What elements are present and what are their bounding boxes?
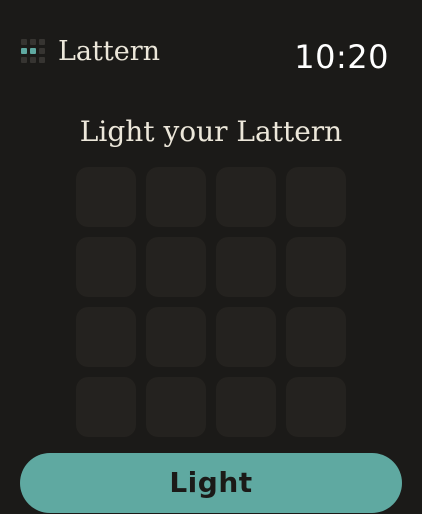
grid-cell[interactable] <box>146 237 206 297</box>
status-time: 10:20 <box>294 38 389 76</box>
icon-dot <box>30 39 36 45</box>
grid-cell[interactable] <box>286 377 346 437</box>
grid-cell[interactable] <box>146 307 206 367</box>
icon-dot <box>30 57 36 63</box>
light-button[interactable]: Light <box>20 453 402 513</box>
icon-dot <box>21 57 27 63</box>
grid-cell[interactable] <box>76 377 136 437</box>
grid-cell[interactable] <box>216 237 276 297</box>
grid-cell[interactable] <box>76 167 136 227</box>
icon-dot <box>39 48 45 54</box>
grid-cell[interactable] <box>216 167 276 227</box>
grid-cell[interactable] <box>146 377 206 437</box>
icon-dot <box>21 39 27 45</box>
grid-cell[interactable] <box>76 237 136 297</box>
grid-cell[interactable] <box>216 377 276 437</box>
grid-cell[interactable] <box>216 307 276 367</box>
icon-dot <box>39 39 45 45</box>
icon-dot-lit <box>30 48 36 54</box>
grid-cell[interactable] <box>286 237 346 297</box>
grid-cell[interactable] <box>286 167 346 227</box>
grid-cell[interactable] <box>146 167 206 227</box>
lattern-grid <box>76 167 346 437</box>
icon-dot-lit <box>21 48 27 54</box>
icon-dot <box>39 57 45 63</box>
app-name: Lattern <box>58 36 161 67</box>
page-title: Light your Lattern <box>79 115 343 148</box>
lattern-grid-icon <box>21 39 47 65</box>
grid-cell[interactable] <box>286 307 346 367</box>
grid-cell[interactable] <box>76 307 136 367</box>
